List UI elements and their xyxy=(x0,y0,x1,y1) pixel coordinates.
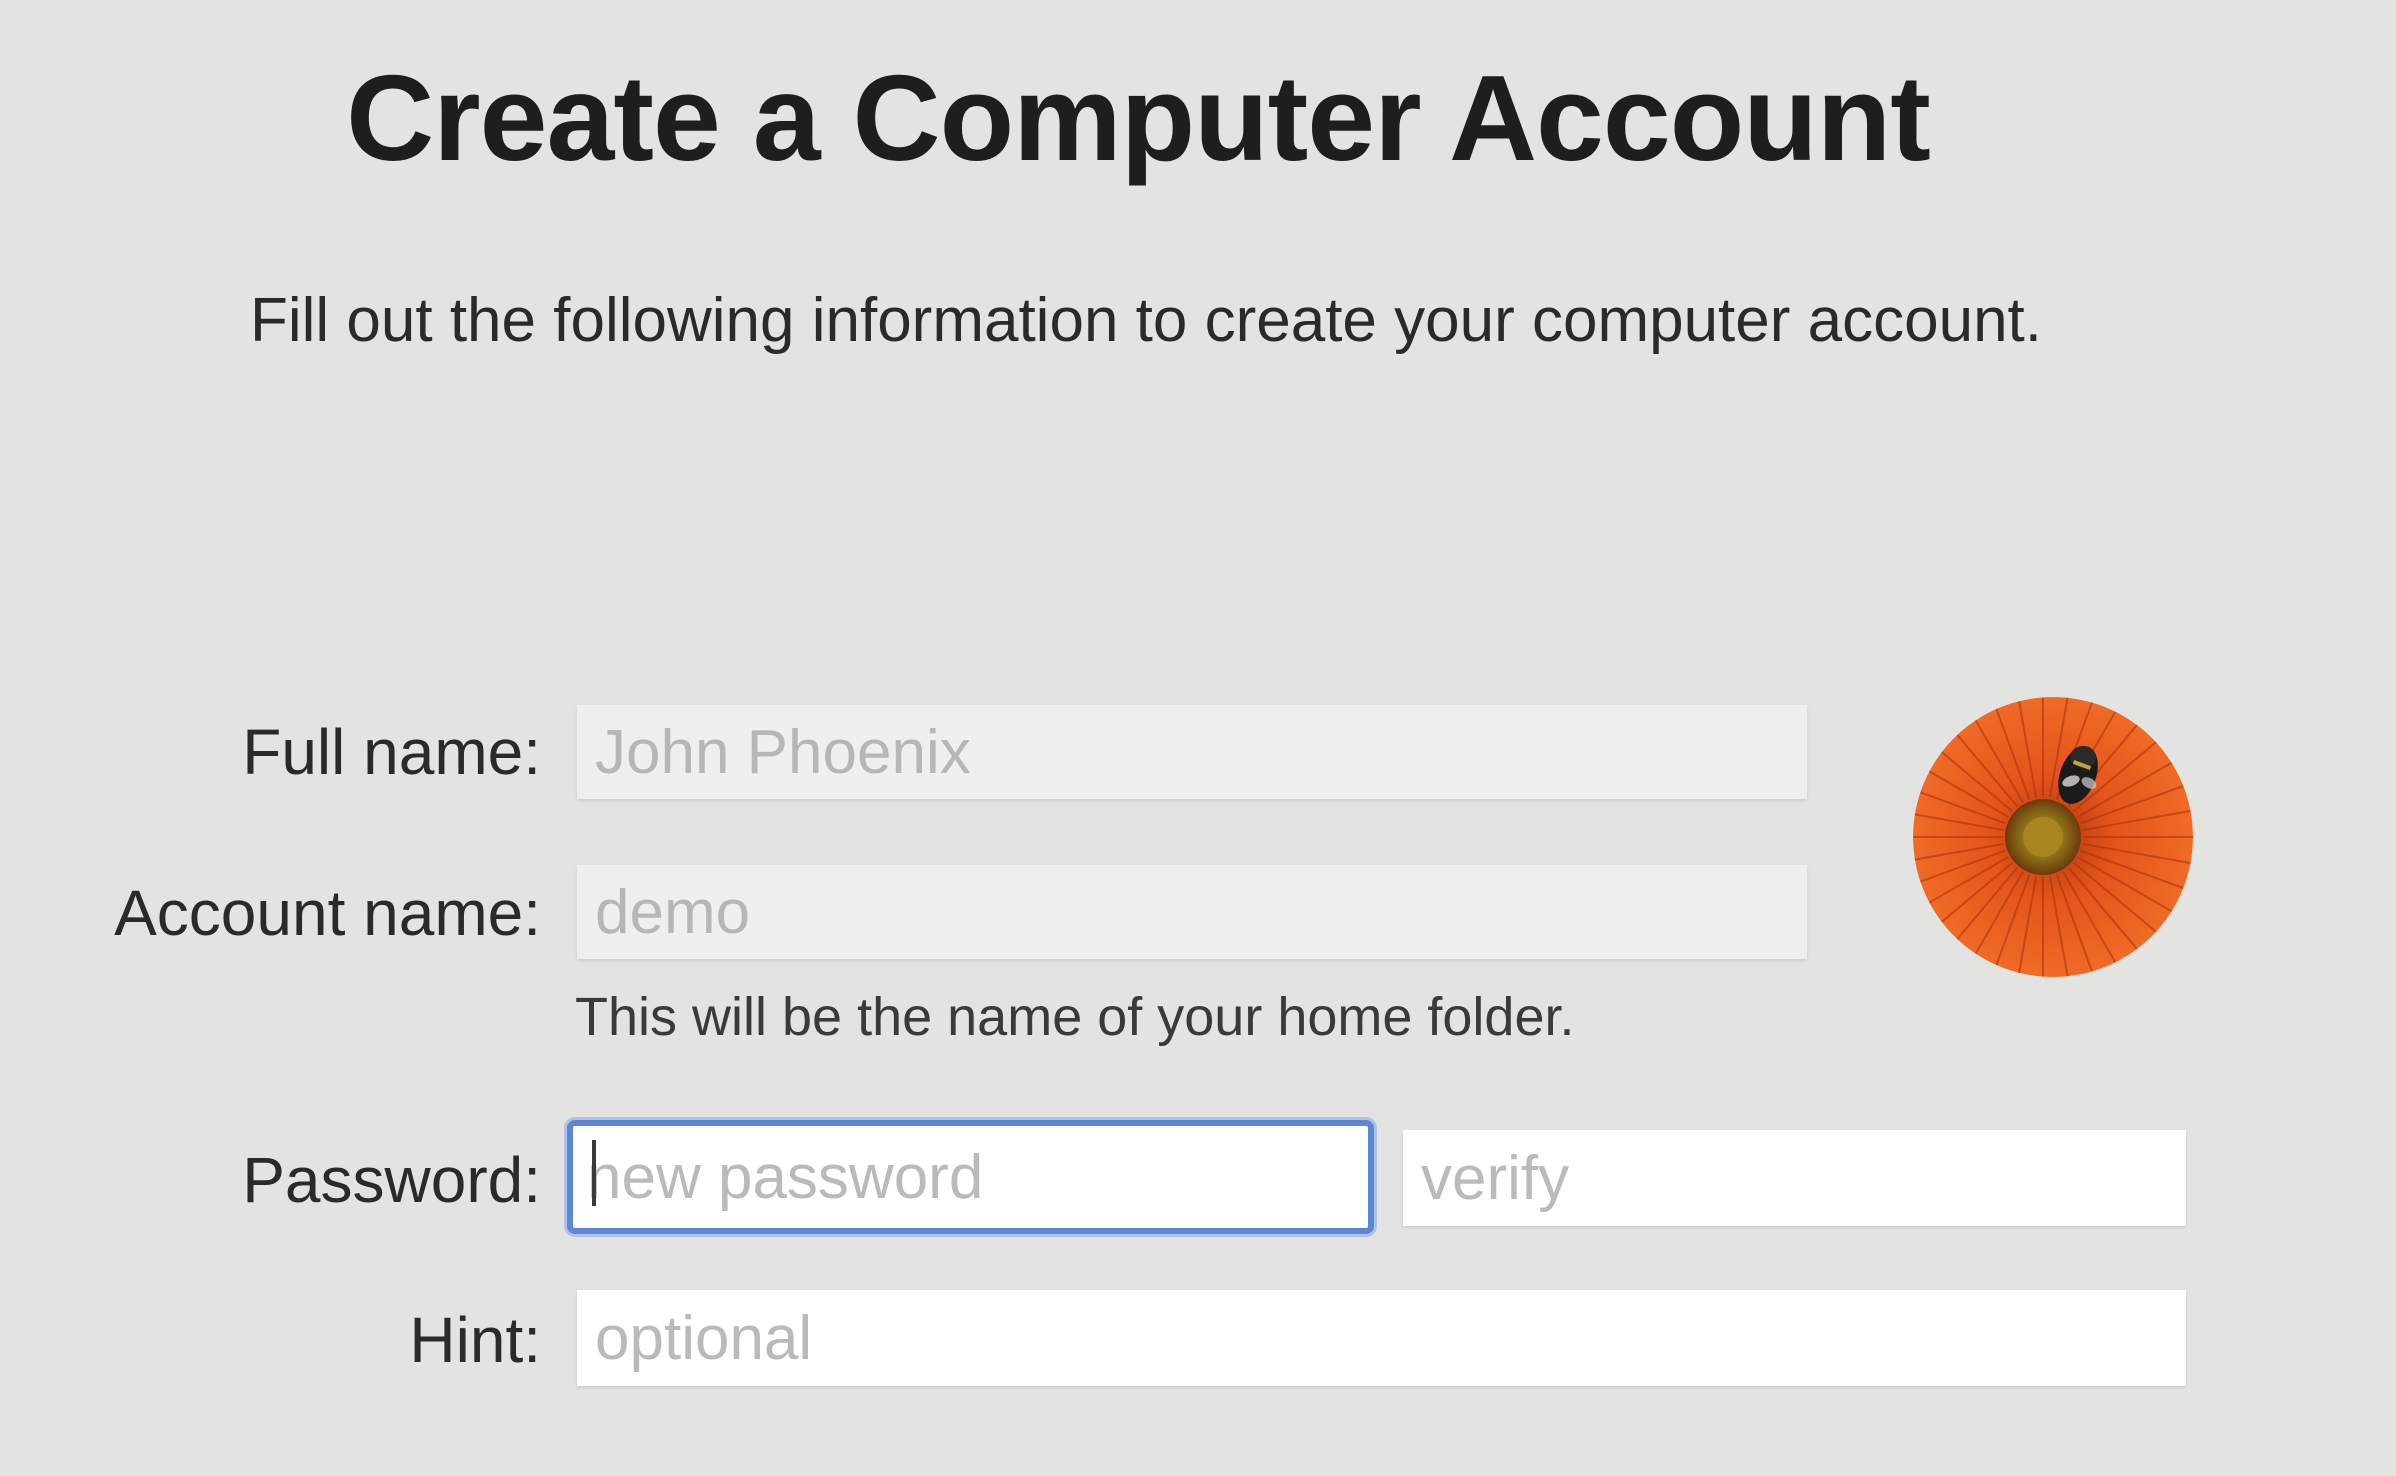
hint-field[interactable] xyxy=(577,1290,2186,1386)
user-picture-avatar[interactable] xyxy=(1913,697,2193,977)
home-folder-help-text: This will be the name of your home folde… xyxy=(575,987,1575,1047)
full-name-label: Full name: xyxy=(242,716,541,788)
account-name-field[interactable] xyxy=(577,865,1807,959)
password-label: Password: xyxy=(242,1144,541,1216)
orange-flower-with-bee-icon xyxy=(1913,697,2193,977)
new-password-field[interactable] xyxy=(567,1120,1374,1234)
text-caret xyxy=(592,1140,596,1206)
account-name-label: Account name: xyxy=(114,877,541,949)
verify-password-field[interactable] xyxy=(1403,1130,2186,1226)
full-name-field[interactable] xyxy=(577,705,1807,799)
page-subtitle: Fill out the following information to cr… xyxy=(250,286,2043,355)
hint-label: Hint: xyxy=(409,1304,541,1376)
page-title: Create a Computer Account xyxy=(346,50,1931,186)
